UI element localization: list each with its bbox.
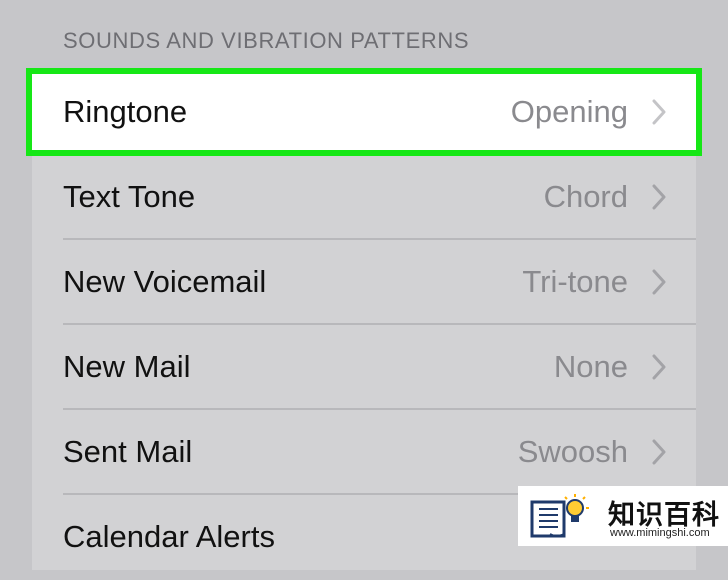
new-mail-row[interactable]: New Mail None (32, 325, 696, 410)
row-label: Sent Mail (63, 434, 193, 469)
chevron-right-icon (652, 439, 666, 465)
new-voicemail-row[interactable]: New Voicemail Tri-tone (32, 240, 696, 325)
book-lightbulb-icon (530, 494, 589, 538)
watermark-url: www.mimingshi.com (610, 527, 710, 539)
row-label: Ringtone (63, 94, 188, 129)
row-label: Calendar Alerts (63, 519, 275, 554)
row-value: Opening (510, 94, 628, 129)
row-label: New Mail (63, 349, 191, 384)
text-tone-row[interactable]: Text Tone Chord (32, 155, 696, 240)
row-value: Tri-tone (522, 264, 628, 299)
row-label: New Voicemail (63, 264, 267, 299)
chevron-right-icon (652, 354, 666, 380)
chevron-right-icon (652, 184, 666, 210)
row-value: Swoosh (517, 434, 628, 469)
sent-mail-row[interactable]: Sent Mail Swoosh (32, 410, 696, 495)
row-value: None (553, 349, 628, 384)
row-label: Text Tone (63, 179, 196, 214)
row-value: Chord (543, 179, 628, 214)
watermark: 知识百科 www.mimingshi.com (518, 486, 728, 546)
section-header: SOUNDS AND VIBRATION PATTERNS (63, 28, 470, 53)
chevron-right-icon (652, 99, 666, 125)
ringtone-row[interactable]: Ringtone Opening (32, 70, 696, 155)
chevron-right-icon (652, 269, 666, 295)
